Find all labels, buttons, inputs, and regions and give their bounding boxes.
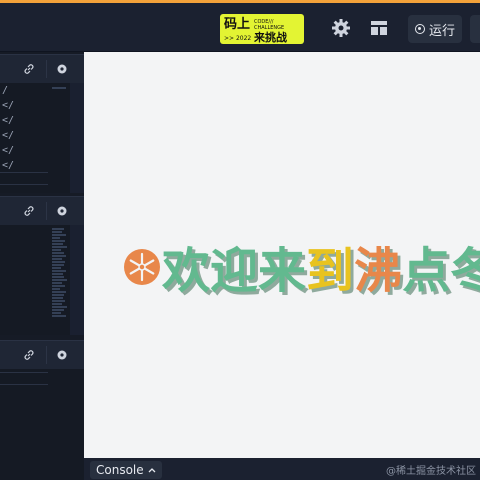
run-label: 运行 — [428, 23, 455, 39]
css-minimap — [52, 228, 68, 318]
divider — [0, 172, 48, 173]
html-minimap — [52, 87, 68, 90]
console-label: Console — [96, 463, 144, 477]
logo-sub-text: 来挑战 — [253, 30, 287, 44]
welcome-text: 欢迎来到沸点冬 — [161, 243, 480, 299]
divider — [0, 372, 48, 373]
console-toggle-button[interactable]: Console — [90, 461, 162, 479]
panel-settings-icon[interactable] — [56, 349, 68, 361]
link-icon[interactable] — [23, 205, 35, 217]
panel-settings-icon[interactable] — [56, 63, 68, 75]
logo-year-text: >> 2022 — [224, 35, 251, 42]
link-icon[interactable] — [23, 349, 35, 361]
welcome-char: 迎 — [210, 243, 258, 299]
html-panel-header — [0, 54, 84, 84]
html-scrollbar[interactable] — [70, 83, 84, 193]
js-panel-header — [0, 340, 84, 370]
welcome-char: 沸 — [354, 243, 402, 299]
welcome-char: 冬 — [450, 243, 480, 299]
divider — [0, 184, 48, 185]
header-divider — [46, 346, 47, 364]
link-icon[interactable] — [23, 63, 35, 75]
welcome-char: 点 — [402, 243, 450, 299]
more-button[interactable] — [470, 15, 480, 43]
header-divider — [46, 60, 47, 78]
welcome-char: 来 — [258, 243, 306, 299]
settings-gear-icon[interactable] — [331, 18, 351, 38]
css-panel-header — [0, 196, 84, 226]
layout-grid-icon[interactable] — [369, 18, 389, 38]
chevron-up-icon — [148, 468, 156, 473]
preview-pane: 欢迎来到沸点冬 欢迎来到沸点冬 — [84, 52, 480, 458]
code-challenge-logo: 码上 CODE/// CHALLENGE >> 2022 来挑战 — [220, 14, 304, 44]
top-toolbar: 码上 CODE/// CHALLENGE >> 2022 来挑战 运行 — [0, 3, 480, 52]
console-bar: Console @稀土掘金技术社区 — [84, 458, 480, 480]
divider — [0, 384, 48, 385]
css-scrollbar[interactable] — [70, 225, 84, 335]
logo-big-text: 码上 — [224, 17, 250, 32]
welcome-char: 到 — [306, 243, 354, 299]
run-icon — [414, 24, 425, 34]
editor-column: / </ </ </ </ </ — [0, 52, 84, 480]
run-button[interactable]: 运行 — [408, 15, 462, 43]
panel-settings-icon[interactable] — [56, 205, 68, 217]
js-code-editor[interactable] — [0, 369, 84, 480]
watermark-text: @稀土掘金技术社区 — [386, 466, 476, 477]
snowflake-icon — [124, 249, 160, 285]
welcome-banner: 欢迎来到沸点冬 欢迎来到沸点冬 — [124, 243, 480, 302]
welcome-char: 欢 — [161, 243, 210, 299]
header-divider — [46, 202, 47, 220]
